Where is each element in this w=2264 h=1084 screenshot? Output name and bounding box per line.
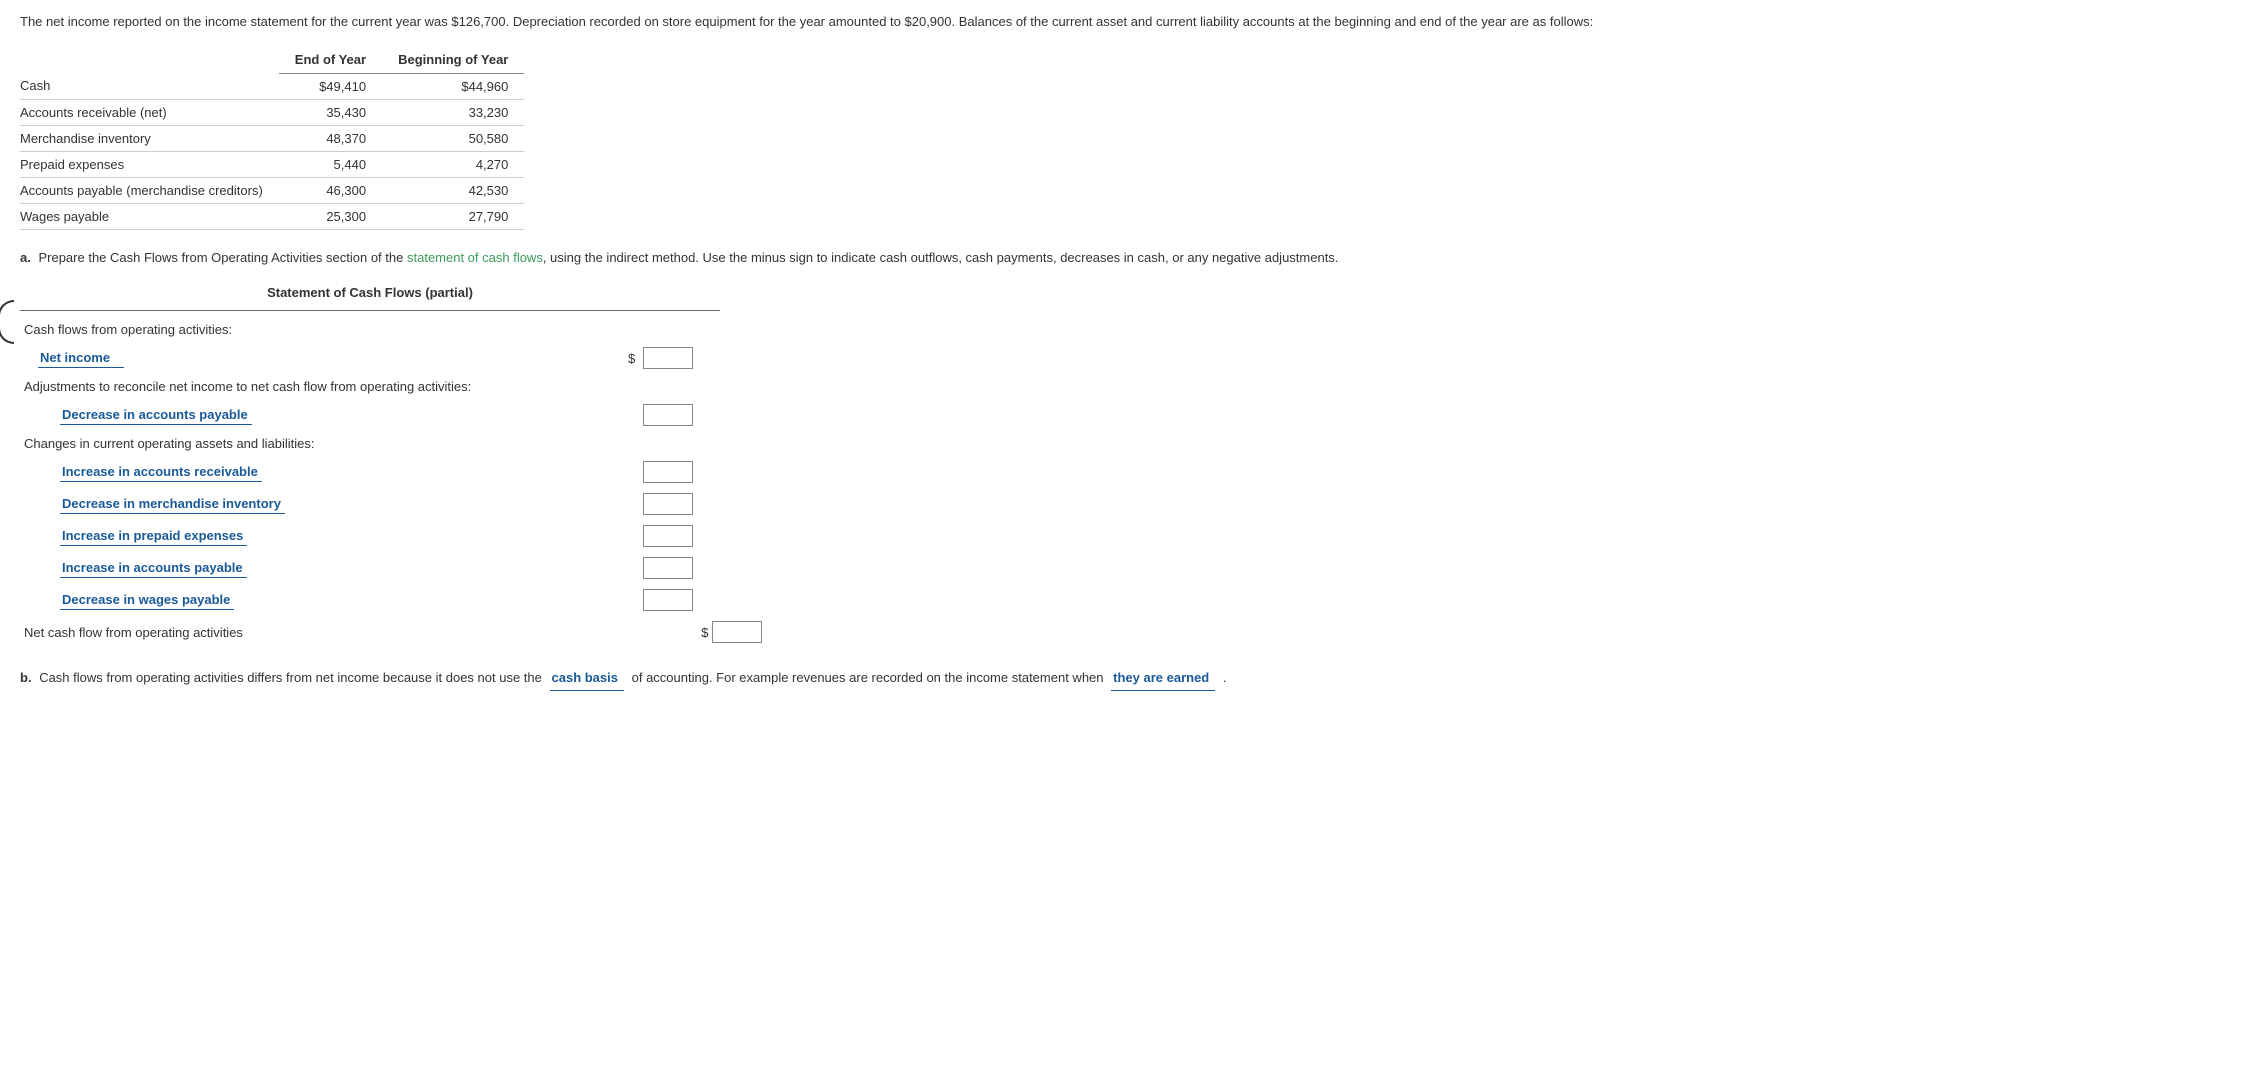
row-end-value: 25,300: [279, 203, 382, 229]
question-b: b. Cash flows from operating activities …: [20, 668, 2244, 691]
question-a: a. Prepare the Cash Flows from Operating…: [20, 248, 2244, 268]
change-input-3[interactable]: [643, 525, 693, 547]
row-begin-value: 33,230: [382, 99, 524, 125]
row-begin-value: 4,270: [382, 151, 524, 177]
row-end-value: 35,430: [279, 99, 382, 125]
dollar-sign: $: [701, 625, 712, 640]
net-cash-flow-input[interactable]: [712, 621, 762, 643]
change-input-1[interactable]: [643, 461, 693, 483]
change-dropdown-4[interactable]: Increase in accounts payable: [60, 558, 247, 578]
table-row: Accounts receivable (net) 35,430 33,230: [20, 99, 524, 125]
balances-table: End of Year Beginning of Year Cash $49,4…: [20, 46, 524, 230]
row-end-value: 48,370: [279, 125, 382, 151]
col-header-end: End of Year: [279, 46, 382, 74]
question-b-label: b.: [20, 670, 32, 685]
net-income-input[interactable]: [643, 347, 693, 369]
section-heading: Adjustments to reconcile net income to n…: [20, 374, 624, 399]
table-row: Accounts payable (merchandise creditors)…: [20, 177, 524, 203]
dollar-sign: $: [624, 342, 639, 374]
table-row: Prepaid expenses 5,440 4,270: [20, 151, 524, 177]
problem-intro-text: The net income reported on the income st…: [20, 12, 2244, 32]
question-a-text-post: , using the indirect method. Use the min…: [543, 250, 1339, 265]
statement-of-cash-flows-link[interactable]: statement of cash flows: [407, 250, 543, 265]
change-input-2[interactable]: [643, 493, 693, 515]
row-label: Wages payable: [20, 203, 279, 229]
col-header-begin: Beginning of Year: [382, 46, 524, 74]
row-begin-value: 27,790: [382, 203, 524, 229]
question-b-text1: Cash flows from operating activities dif…: [39, 670, 542, 685]
row-end-value: $49,410: [279, 73, 382, 99]
basis-dropdown[interactable]: cash basis: [550, 668, 625, 691]
statement-title: Statement of Cash Flows (partial): [20, 281, 720, 311]
net-cash-flow-label: Net cash flow from operating activities: [20, 616, 624, 648]
table-row: Wages payable 25,300 27,790: [20, 203, 524, 229]
row-end-value: 5,440: [279, 151, 382, 177]
row-begin-value: 42,530: [382, 177, 524, 203]
question-b-period: .: [1223, 670, 1227, 685]
question-a-label: a.: [20, 250, 31, 265]
row-label: Accounts payable (merchandise creditors): [20, 177, 279, 203]
adjustment-dropdown-1[interactable]: Decrease in accounts payable: [60, 405, 252, 425]
change-dropdown-2[interactable]: Decrease in merchandise inventory: [60, 494, 285, 514]
row-label: Cash: [20, 73, 279, 99]
table-row: Merchandise inventory 48,370 50,580: [20, 125, 524, 151]
revenue-timing-dropdown[interactable]: they are earned: [1111, 668, 1215, 691]
row-label: Merchandise inventory: [20, 125, 279, 151]
question-a-text-pre: Prepare the Cash Flows from Operating Ac…: [38, 250, 407, 265]
change-input-5[interactable]: [643, 589, 693, 611]
row-begin-value: 50,580: [382, 125, 524, 151]
question-b-text2: of accounting. For example revenues are …: [632, 670, 1104, 685]
cash-flow-statement-table: Cash flows from operating activities: Ne…: [20, 317, 785, 648]
adjustment-input-1[interactable]: [643, 404, 693, 426]
change-dropdown-3[interactable]: Increase in prepaid expenses: [60, 526, 247, 546]
page-edge-indicator: [0, 300, 14, 344]
row-begin-value: $44,960: [382, 73, 524, 99]
net-income-dropdown[interactable]: Net income: [38, 348, 124, 368]
section-heading: Changes in current operating assets and …: [20, 431, 624, 456]
change-input-4[interactable]: [643, 557, 693, 579]
row-end-value: 46,300: [279, 177, 382, 203]
section-heading: Cash flows from operating activities:: [20, 317, 624, 342]
table-row: Cash $49,410 $44,960: [20, 73, 524, 99]
row-label: Accounts receivable (net): [20, 99, 279, 125]
change-dropdown-1[interactable]: Increase in accounts receivable: [60, 462, 262, 482]
row-label: Prepaid expenses: [20, 151, 279, 177]
change-dropdown-5[interactable]: Decrease in wages payable: [60, 590, 234, 610]
